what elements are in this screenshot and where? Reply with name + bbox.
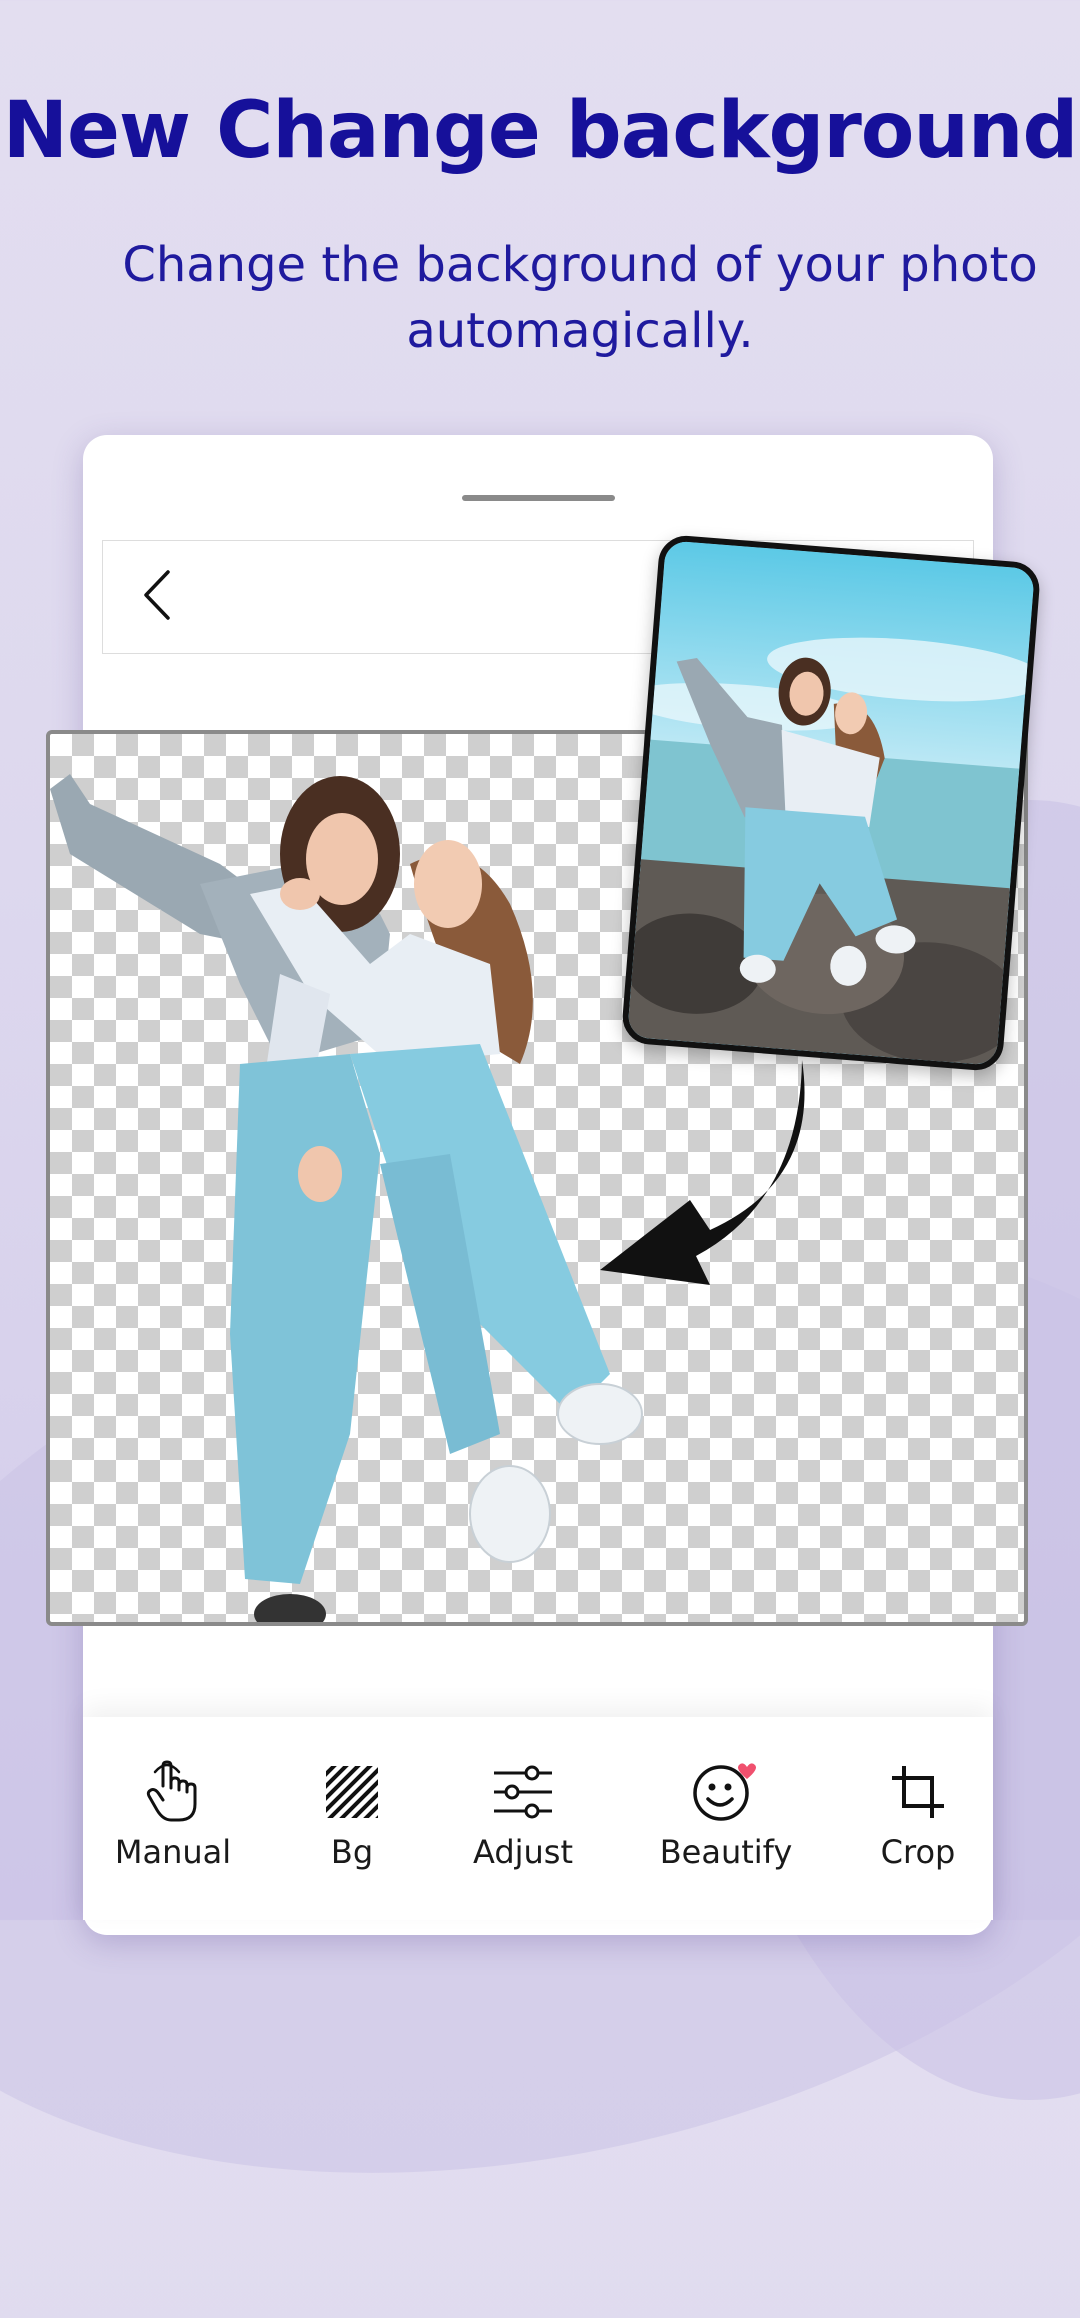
smiley-heart-icon bbox=[693, 1763, 756, 1821]
chevron-left-icon bbox=[144, 570, 170, 620]
curved-arrow-icon bbox=[600, 1060, 805, 1285]
tool-adjust-button[interactable]: Adjust bbox=[443, 1757, 603, 1887]
subline: Change the background of your photo auto… bbox=[122, 237, 1038, 359]
hand-tap-icon bbox=[146, 1760, 197, 1822]
tool-bg-label: Bg bbox=[330, 1833, 374, 1871]
tool-crop-label: Crop bbox=[880, 1833, 956, 1871]
tool-crop-button[interactable]: Crop bbox=[838, 1757, 998, 1887]
original-photo-image bbox=[623, 540, 1042, 1066]
tool-beautify-button[interactable]: Beautify bbox=[646, 1757, 806, 1887]
hatch-pattern-icon bbox=[326, 1766, 378, 1818]
tool-beautify-label: Beautify bbox=[659, 1833, 793, 1871]
drag-handle[interactable] bbox=[462, 495, 615, 501]
tool-adjust-label: Adjust bbox=[472, 1833, 574, 1871]
tool-manual-label: Manual bbox=[114, 1833, 232, 1871]
tool-manual-button[interactable]: Manual bbox=[93, 1757, 253, 1887]
crop-icon bbox=[892, 1766, 944, 1818]
original-photo-card[interactable] bbox=[620, 533, 1042, 1073]
sliders-icon bbox=[494, 1765, 552, 1819]
tool-bg-button[interactable]: Bg bbox=[272, 1757, 432, 1887]
headline: New Change background bbox=[2, 86, 1079, 176]
back-button[interactable] bbox=[130, 560, 184, 630]
